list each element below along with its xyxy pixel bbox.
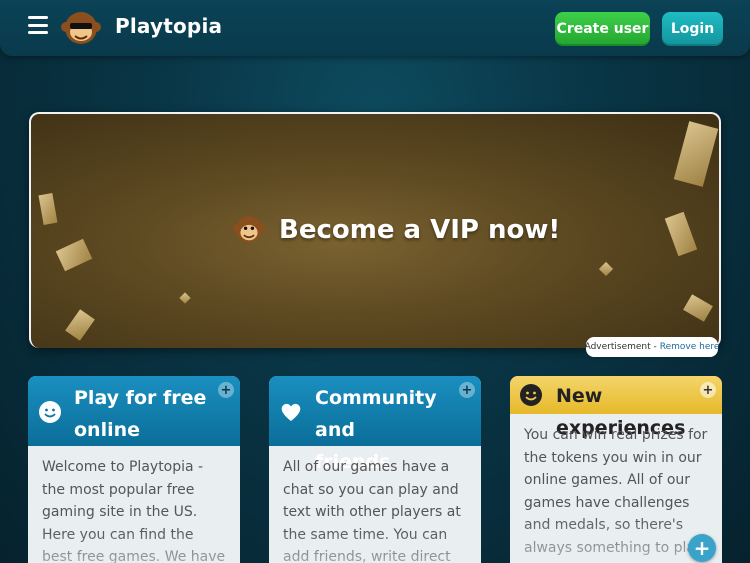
create-user-button[interactable]: Create user	[555, 12, 650, 46]
card-title-line: Play for free	[74, 387, 207, 409]
smiley-icon	[520, 384, 542, 406]
monkey-logo-icon	[232, 216, 266, 242]
ad-text: Advertisement -	[584, 342, 657, 352]
plus-icon[interactable]: +	[218, 382, 234, 398]
remove-ad-link[interactable]: Remove here	[660, 342, 720, 352]
brand-name[interactable]: Playtopia	[115, 14, 222, 38]
card-title: Play for free online	[74, 382, 206, 446]
login-button[interactable]: Login	[662, 12, 723, 46]
smiley-icon	[39, 401, 61, 423]
expand-plus-button[interactable]: +	[688, 534, 716, 562]
card-title-line: Community and	[315, 387, 437, 441]
feature-card-new-experiences: New experiences + You can win real prize…	[510, 376, 722, 563]
monkey-logo-icon[interactable]	[60, 8, 102, 50]
heart-icon	[281, 403, 301, 421]
card-body: Welcome to Playtopia - the most popular …	[42, 459, 226, 563]
plus-icon[interactable]: +	[700, 382, 716, 398]
card-header: Community and friends +	[269, 376, 481, 473]
advertisement-label: Advertisement - Remove here	[584, 337, 720, 357]
feature-card-community: Community and friends + All of our games…	[269, 376, 481, 563]
plus-icon[interactable]: +	[459, 382, 475, 398]
card-title-line: online	[74, 419, 141, 441]
feature-card-play-free: Play for free online + Welcome to Playto…	[28, 376, 240, 563]
card-header: Play for free online +	[28, 376, 240, 446]
menu-icon[interactable]	[28, 16, 48, 34]
banner-title: Become a VIP now!	[279, 215, 561, 245]
top-bar: Playtopia Create user Login	[0, 0, 750, 56]
banner-headline: Become a VIP now!	[231, 210, 560, 250]
card-header: New experiences +	[510, 376, 722, 439]
card-body: All of our games have a chat so you can …	[283, 459, 461, 563]
vip-banner[interactable]: Become a VIP now!	[29, 112, 721, 348]
